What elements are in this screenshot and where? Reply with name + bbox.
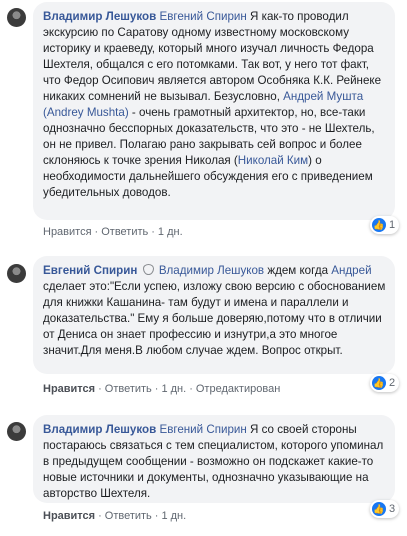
comment-mention[interactable]: Владимир Лешуков [159, 264, 264, 277]
avatar[interactable] [7, 264, 26, 283]
comment-author[interactable]: Владимир Лешуков [43, 423, 156, 436]
comment-bubble: Владимир Лешуков Евгений Спирин Я со сво… [33, 415, 395, 503]
like-button[interactable]: Нравится [43, 510, 95, 522]
avatar[interactable] [7, 422, 26, 441]
reply-button[interactable]: Ответить [105, 383, 152, 395]
separator: · [154, 383, 159, 395]
reply-button[interactable]: Ответить [105, 510, 152, 522]
comment-bubble: Евгений Спирин Владимир Лешуков ждем ког… [33, 256, 395, 374]
like-button[interactable]: Нравится [43, 226, 92, 238]
comment-mention[interactable]: Евгений Спирин [159, 423, 246, 436]
comment-author[interactable]: Владимир Лешуков [43, 10, 156, 23]
comment-mention[interactable]: Евгений Спирин [159, 10, 246, 23]
separator: · [98, 510, 102, 522]
separator: · [98, 383, 102, 395]
comment-text: сделает это:"Если успею, изложу свою вер… [43, 280, 386, 357]
comment-mention[interactable]: Андрей [331, 264, 371, 277]
comment-author[interactable]: Евгений Спирин [43, 264, 137, 277]
thumbs-up-icon: 👍 [372, 502, 386, 516]
comment-actions: Нравится · Ответить · 1 дн. · Отредактирован [43, 383, 280, 395]
reaction-summary[interactable]: 👍 1 [370, 216, 400, 234]
reaction-count: 1 [389, 219, 396, 231]
timestamp[interactable]: 1 дн. [161, 510, 186, 522]
comment-mention[interactable]: Николай Ким [238, 154, 308, 167]
reply-button[interactable]: Ответить [101, 226, 148, 238]
avatar[interactable] [7, 8, 26, 27]
separator: · [94, 226, 99, 238]
thumbs-up-icon: 👍 [372, 376, 386, 390]
comment-actions: Нравится · Ответить · 1 дн. [43, 510, 186, 522]
comment-actions: Нравится · Ответить · 1 дн. [43, 226, 183, 238]
reaction-count: 3 [389, 503, 396, 515]
timestamp[interactable]: 1 дн. [158, 226, 183, 238]
separator: · [189, 383, 193, 395]
shield-icon [142, 264, 154, 275]
separator: · [151, 226, 155, 238]
like-button[interactable]: Нравится [43, 383, 95, 395]
separator: · [154, 510, 159, 522]
timestamp[interactable]: 1 дн. [161, 383, 186, 395]
reaction-summary[interactable]: 👍 3 [370, 500, 400, 518]
thumbs-up-icon: 👍 [372, 218, 386, 232]
reaction-summary[interactable]: 👍 2 [370, 374, 400, 392]
reaction-count: 2 [389, 377, 396, 389]
comment-bubble: Владимир Лешуков Евгений Спирин Я как-то… [33, 2, 395, 220]
comment-text: ждем когда [264, 264, 332, 277]
edited-label[interactable]: Отредактирован [196, 383, 280, 395]
